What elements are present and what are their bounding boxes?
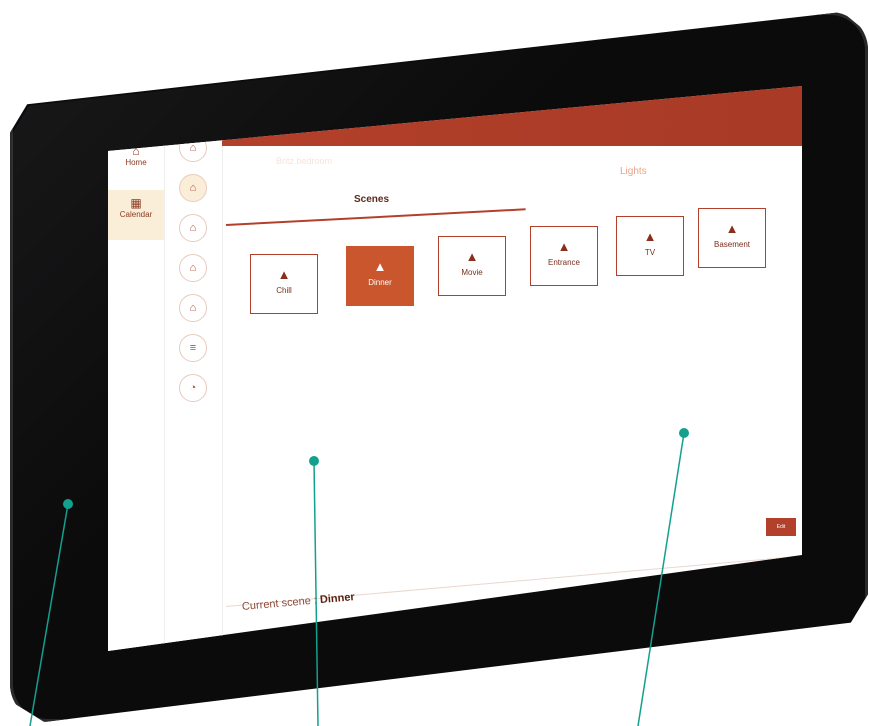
callout-dot-scenes — [309, 456, 319, 466]
callout-dot-lights — [679, 428, 689, 438]
callout-lines — [29, 432, 685, 726]
callout-dot-bezel — [63, 499, 73, 509]
